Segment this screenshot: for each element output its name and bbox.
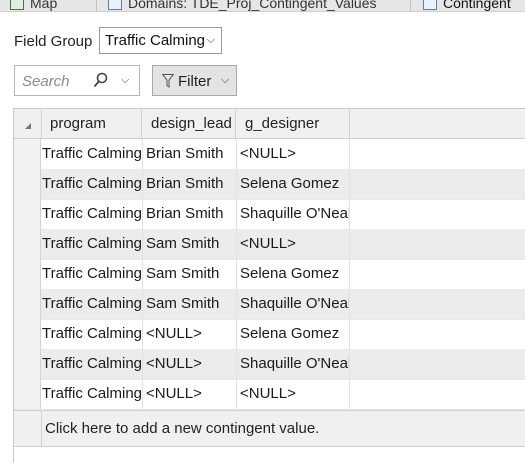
row-selector[interactable] bbox=[14, 229, 41, 259]
cell-program[interactable]: Traffic Calming bbox=[42, 199, 141, 229]
tab-strip: Map Domains: TDE_Proj_Contingent_Values … bbox=[0, 0, 525, 12]
cell-design-lead[interactable]: <NULL> bbox=[146, 379, 235, 409]
cell-design-lead[interactable]: Brian Smith bbox=[146, 199, 235, 229]
table-icon bbox=[108, 0, 122, 10]
cell-program[interactable]: Traffic Calming bbox=[42, 259, 141, 289]
filter-icon bbox=[162, 74, 174, 88]
search-icon[interactable] bbox=[93, 72, 109, 90]
field-group-value: Traffic Calming bbox=[105, 32, 206, 49]
cell-program[interactable]: Traffic Calming bbox=[42, 139, 141, 169]
table-row[interactable]: Traffic Calming <NULL> <NULL> bbox=[14, 379, 525, 410]
row-selector[interactable] bbox=[14, 349, 41, 379]
cell-program[interactable]: Traffic Calming bbox=[42, 349, 141, 379]
cell-design-lead[interactable]: Sam Smith bbox=[146, 289, 235, 319]
cell-design-lead[interactable]: Sam Smith bbox=[146, 229, 235, 259]
chevron-down-icon[interactable]: ⌵ bbox=[121, 74, 129, 87]
grid-header: program design_lead g_designer bbox=[14, 109, 525, 139]
cell-design-lead[interactable]: <NULL> bbox=[146, 349, 235, 379]
row-selector[interactable] bbox=[14, 289, 41, 319]
cell-program[interactable]: Traffic Calming bbox=[42, 169, 141, 199]
add-row-prompt[interactable]: Click here to add a new contingent value… bbox=[45, 420, 319, 437]
cell-design-lead[interactable]: Sam Smith bbox=[146, 259, 235, 289]
tab-divider bbox=[410, 0, 411, 11]
contingent-values-grid: program design_lead g_designer Traffic C… bbox=[13, 108, 525, 463]
table-row[interactable]: Traffic Calming Brian Smith <NULL> bbox=[14, 139, 525, 170]
search-box[interactable]: Search ⌵ bbox=[14, 65, 140, 96]
cell-program[interactable]: Traffic Calming bbox=[42, 229, 141, 259]
field-group-label: Field Group bbox=[14, 33, 93, 50]
table-row[interactable]: Traffic Calming <NULL> Selena Gomez bbox=[14, 319, 525, 350]
row-selector[interactable] bbox=[14, 139, 41, 169]
row-selector[interactable] bbox=[14, 169, 41, 199]
chevron-down-icon: ⌵ bbox=[221, 74, 230, 86]
row-selector[interactable] bbox=[14, 319, 41, 349]
tab-contingent[interactable]: Contingent bbox=[423, 0, 511, 11]
table-row[interactable]: Traffic Calming Sam Smith <NULL> bbox=[14, 229, 525, 260]
cell-g-designer[interactable]: Selena Gomez bbox=[240, 319, 350, 349]
cell-design-lead[interactable]: Brian Smith bbox=[146, 139, 235, 169]
table-row[interactable]: Traffic Calming <NULL> Shaquille O'Neal bbox=[14, 349, 525, 380]
cell-design-lead[interactable]: <NULL> bbox=[146, 319, 235, 349]
chevron-down-icon: ⌵ bbox=[206, 34, 215, 46]
column-header-design-lead[interactable]: design_lead bbox=[142, 109, 236, 138]
filter-label: Filter bbox=[178, 73, 212, 90]
filter-button[interactable]: Filter ⌵ bbox=[152, 65, 237, 96]
map-icon bbox=[10, 0, 24, 10]
row-selector[interactable] bbox=[14, 379, 41, 409]
column-header-g-designer[interactable]: g_designer bbox=[236, 109, 350, 138]
cell-g-designer[interactable]: <NULL> bbox=[240, 139, 350, 169]
table-row[interactable]: Traffic Calming Brian Smith Shaquille O'… bbox=[14, 199, 525, 230]
cell-g-designer[interactable]: <NULL> bbox=[240, 379, 350, 409]
column-header-program[interactable]: program bbox=[41, 109, 142, 138]
cell-g-designer[interactable]: <NULL> bbox=[240, 229, 350, 259]
row-selector[interactable] bbox=[14, 259, 41, 289]
add-new-row[interactable]: Click here to add a new contingent value… bbox=[14, 410, 525, 447]
table-row[interactable]: Traffic Calming Brian Smith Selena Gomez bbox=[14, 169, 525, 200]
field-group-dropdown[interactable]: Traffic Calming ⌵ bbox=[99, 27, 222, 54]
cell-g-designer[interactable]: Shaquille O'Neal bbox=[240, 289, 350, 319]
tab-label: Contingent bbox=[443, 0, 511, 11]
cell-program[interactable]: Traffic Calming bbox=[42, 319, 141, 349]
cell-g-designer[interactable]: Shaquille O'Neal bbox=[240, 199, 350, 229]
table-row[interactable]: Traffic Calming Sam Smith Shaquille O'Ne… bbox=[14, 289, 525, 320]
corner-triangle-icon bbox=[25, 123, 31, 129]
row-selector bbox=[14, 411, 42, 446]
tab-divider bbox=[96, 0, 97, 11]
cell-g-designer[interactable]: Shaquille O'Neal bbox=[240, 349, 350, 379]
select-all-corner[interactable] bbox=[14, 109, 42, 138]
table-row[interactable]: Traffic Calming Sam Smith Selena Gomez bbox=[14, 259, 525, 290]
table-icon bbox=[423, 0, 437, 10]
tab-map[interactable]: Map bbox=[10, 0, 57, 11]
tab-label: Map bbox=[30, 0, 58, 11]
cell-program[interactable]: Traffic Calming bbox=[42, 289, 141, 319]
cell-g-designer[interactable]: Selena Gomez bbox=[240, 169, 350, 199]
search-placeholder: Search bbox=[22, 73, 70, 90]
cell-design-lead[interactable]: Brian Smith bbox=[146, 169, 235, 199]
cell-program[interactable]: Traffic Calming bbox=[42, 379, 141, 409]
cell-g-designer[interactable]: Selena Gomez bbox=[240, 259, 350, 289]
row-selector[interactable] bbox=[14, 199, 41, 229]
tab-label: Domains: TDE_Proj_Contingent_Values bbox=[128, 0, 377, 11]
tab-domains[interactable]: Domains: TDE_Proj_Contingent_Values bbox=[108, 0, 377, 11]
